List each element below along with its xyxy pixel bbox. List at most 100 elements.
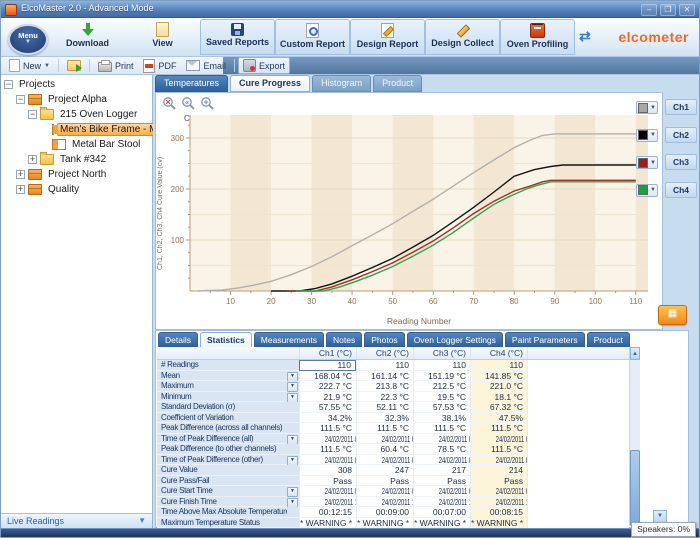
- minimize-button[interactable]: –: [641, 4, 657, 16]
- open-button[interactable]: [62, 57, 86, 74]
- legend-ch3[interactable]: Ch3: [665, 154, 697, 170]
- new-button[interactable]: New▼: [4, 57, 55, 74]
- ribbon-tab-custom-report[interactable]: Custom Report: [275, 19, 350, 55]
- cell-ch2[interactable]: 213.8 °C: [356, 381, 413, 392]
- ribbon-tab-view[interactable]: View: [125, 19, 200, 55]
- ribbon-tab-oven-profiling[interactable]: Oven Profiling: [500, 19, 575, 55]
- ribbon-tab-design-report[interactable]: Design Report: [350, 19, 425, 55]
- collapse-icon[interactable]: −: [16, 95, 25, 104]
- cell-ch4[interactable]: 221.0 °C: [470, 381, 527, 392]
- row-dropdown-button[interactable]: ▼: [287, 435, 298, 445]
- cell-ch2[interactable]: 24/02/2011 10:01:50: [356, 497, 413, 508]
- tab-product[interactable]: Product: [587, 332, 630, 348]
- expand-icon[interactable]: +: [16, 185, 25, 194]
- tree-item-215-oven-logger[interactable]: −215 Oven Logger: [1, 107, 152, 122]
- cell-ch4[interactable]: 00:08:15: [470, 507, 527, 518]
- row-dropdown-button[interactable]: ▼: [287, 487, 298, 497]
- cell-ch2[interactable]: 111.5 °C: [356, 423, 413, 434]
- expand-icon[interactable]: +: [16, 170, 25, 179]
- cell-ch1[interactable]: 24/02/2011 10:00:35: [299, 497, 356, 508]
- table-scrollbar[interactable]: ▲: [629, 347, 640, 526]
- cell-ch1[interactable]: 24/02/2011 09:41:20: [299, 434, 356, 445]
- cell-ch4[interactable]: 111.5 °C: [470, 423, 527, 434]
- pdf-button[interactable]: PDF: [138, 57, 181, 74]
- tab-paint-parameters[interactable]: Paint Parameters: [505, 332, 585, 348]
- cell-ch3[interactable]: 111.5 °C: [413, 423, 470, 434]
- tree-item-men-s-bike-frame-mscf26[interactable]: Men's Bike Frame - MSCF26: [1, 122, 152, 137]
- cell-ch2[interactable]: 110: [356, 360, 413, 371]
- cell-ch4[interactable]: 47.5%: [470, 413, 527, 424]
- tab-notes[interactable]: Notes: [326, 332, 362, 348]
- cell-ch3[interactable]: 24/02/2011 09:40:05: [413, 455, 470, 466]
- live-readings-bar[interactable]: Live Readings ▼: [1, 513, 152, 528]
- row-dropdown-button[interactable]: ▼: [287, 456, 298, 466]
- ribbon-tab-saved-reports[interactable]: Saved Reports: [200, 19, 275, 55]
- cell-ch1[interactable]: 21.9 °C: [299, 392, 356, 403]
- cell-ch4[interactable]: 111.5 °C: [470, 444, 527, 455]
- legend-ch4[interactable]: Ch4: [665, 182, 697, 198]
- cell-ch1[interactable]: 222.7 °C: [299, 381, 356, 392]
- cell-ch2[interactable]: 00:09:00: [356, 507, 413, 518]
- cell-ch4[interactable]: 18.1 °C: [470, 392, 527, 403]
- cell-ch1[interactable]: 168.04 °C: [299, 371, 356, 382]
- cell-ch1[interactable]: 34.2%: [299, 413, 356, 424]
- tab-details[interactable]: Details: [158, 332, 198, 348]
- cell-ch2[interactable]: 52.11 °C: [356, 402, 413, 413]
- panel-layout-button[interactable]: ▦: [658, 305, 687, 325]
- tree-item-quality[interactable]: +Quality: [1, 182, 152, 197]
- tree-item-project-alpha[interactable]: −Project Alpha: [1, 92, 152, 107]
- ribbon-tab-download[interactable]: Download: [50, 19, 125, 55]
- tree-item-projects[interactable]: −Projects: [1, 77, 152, 92]
- zoom-in-icon[interactable]: +: [200, 96, 215, 111]
- tab-temperatures[interactable]: Temperatures: [155, 75, 228, 92]
- cell-ch4[interactable]: 214: [470, 465, 527, 476]
- cell-ch3[interactable]: 217: [413, 465, 470, 476]
- chevron-down-icon[interactable]: ▼: [138, 516, 146, 525]
- cell-ch3[interactable]: 110: [413, 360, 470, 371]
- cell-ch1[interactable]: 24/02/2011 09:42:50: [299, 486, 356, 497]
- cell-ch4[interactable]: 24/02/2011 09:41:20: [470, 434, 527, 445]
- cell-ch2[interactable]: 60.4 °C: [356, 444, 413, 455]
- email-button[interactable]: Email: [181, 57, 231, 74]
- scroll-up-icon[interactable]: ▲: [630, 347, 640, 360]
- cell-ch2[interactable]: 24/02/2011 09:41:20: [356, 434, 413, 445]
- cell-ch3[interactable]: 212.5 °C: [413, 381, 470, 392]
- cell-ch4[interactable]: Pass: [470, 476, 527, 487]
- print-button[interactable]: Print: [93, 57, 139, 74]
- zoom-back-icon[interactable]: «: [181, 96, 196, 111]
- cell-ch2[interactable]: Pass: [356, 476, 413, 487]
- maximize-button[interactable]: ❒: [660, 4, 676, 16]
- cell-ch4[interactable]: 24/02/2011 09:47:05: [470, 486, 527, 497]
- cell-ch3[interactable]: 78.5 °C: [413, 444, 470, 455]
- cell-ch3[interactable]: 151.19 °C: [413, 371, 470, 382]
- zoom-cancel-icon[interactable]: ✕: [162, 96, 177, 111]
- cell-ch2[interactable]: 24/02/2011 09:41:20: [356, 455, 413, 466]
- cell-ch1[interactable]: 57.55 °C: [299, 402, 356, 413]
- cell-ch2[interactable]: 22.3 °C: [356, 392, 413, 403]
- cell-ch2[interactable]: * WARNING *: [356, 518, 413, 529]
- tab-measurements[interactable]: Measurements: [254, 332, 324, 348]
- cell-ch4[interactable]: 141.85 °C: [470, 371, 527, 382]
- cell-ch3[interactable]: * WARNING *: [413, 518, 470, 529]
- collapse-icon[interactable]: −: [4, 80, 13, 89]
- legend-ch1[interactable]: Ch1: [665, 99, 697, 115]
- double-arrow-icon[interactable]: ⇄: [579, 28, 591, 45]
- cell-ch2[interactable]: 32.3%: [356, 413, 413, 424]
- swatch-ch1[interactable]: ▼: [636, 101, 658, 114]
- cell-ch2[interactable]: 24/02/2011 09:45:50: [356, 486, 413, 497]
- cell-ch4[interactable]: 24/02/2011 09:41:20: [470, 455, 527, 466]
- cell-ch3[interactable]: 00:07:00: [413, 507, 470, 518]
- tab-statistics[interactable]: Statistics: [200, 332, 252, 348]
- tree-item-tank-342[interactable]: +Tank #342: [1, 152, 152, 167]
- cell-ch1[interactable]: 110: [299, 360, 356, 371]
- cell-ch1[interactable]: Pass: [299, 476, 356, 487]
- collapse-icon[interactable]: −: [28, 110, 37, 119]
- tab-product[interactable]: Product: [373, 75, 422, 92]
- cell-ch2[interactable]: 247: [356, 465, 413, 476]
- tab-oven-logger-settings[interactable]: Oven Logger Settings: [407, 332, 503, 348]
- cell-ch1[interactable]: 00:12:15: [299, 507, 356, 518]
- tab-histogram[interactable]: Histogram: [312, 75, 371, 92]
- cure-chart[interactable]: 102030405060708090100110100200300Reading…: [162, 111, 662, 327]
- cell-ch3[interactable]: 24/02/2011 09:41:20: [413, 434, 470, 445]
- cell-ch3[interactable]: 24/02/2011 09:46:35: [413, 486, 470, 497]
